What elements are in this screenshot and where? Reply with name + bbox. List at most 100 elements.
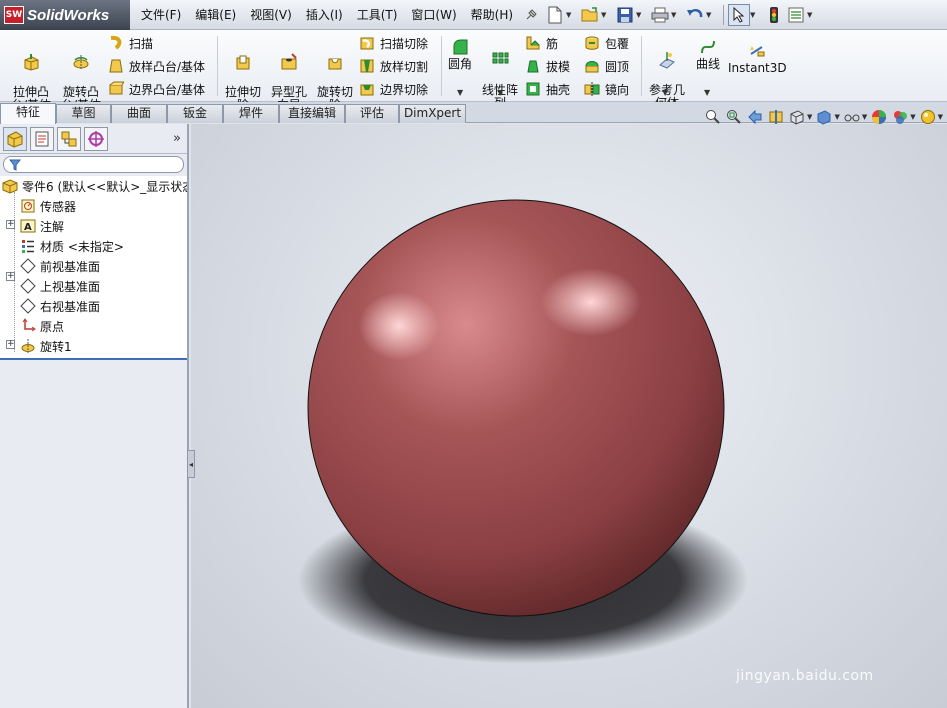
configuration-manager-tab-icon[interactable] xyxy=(57,126,81,151)
expand-revolve1-icon[interactable]: + xyxy=(6,340,15,349)
pin-menu-icon[interactable] xyxy=(524,8,538,22)
sphere-body[interactable] xyxy=(307,199,725,617)
tab-sheet-metal[interactable]: 钣金 xyxy=(167,104,223,123)
menu-file[interactable]: 文件(F) xyxy=(134,0,188,30)
tree-item-right-plane[interactable]: 右视基准面 xyxy=(20,296,100,316)
graphics-area[interactable] xyxy=(191,124,947,708)
tree-filter-input[interactable] xyxy=(3,156,184,173)
display-style-dropdown-icon[interactable]: ▼ xyxy=(834,113,839,121)
tab-dimxpert[interactable]: DimXpert xyxy=(399,104,466,123)
tab-features[interactable]: 特征 xyxy=(0,103,56,124)
plane-icon xyxy=(20,258,36,274)
new-dropdown-icon[interactable]: ▼ xyxy=(566,11,574,19)
select-arrow-icon[interactable] xyxy=(728,4,750,26)
new-document-icon[interactable] xyxy=(544,4,566,26)
curves-dropdown-icon[interactable]: ▼ xyxy=(704,88,710,97)
tree-item-label: 传感器 xyxy=(40,199,77,214)
tab-sketch[interactable]: 草图 xyxy=(56,104,111,123)
menu-tools[interactable]: 工具(T) xyxy=(350,0,405,30)
edit-appearance-icon[interactable] xyxy=(870,108,888,126)
loft-cut-button[interactable]: 放样切割 xyxy=(359,56,428,76)
zoom-to-fit-icon[interactable] xyxy=(704,108,722,126)
menu-view[interactable]: 视图(V) xyxy=(243,0,299,30)
dome-label: 圆顶 xyxy=(605,59,630,74)
draft-button[interactable]: 拔模 xyxy=(525,56,570,76)
expand-annotations-icon[interactable]: + xyxy=(6,272,15,281)
tree-item-annotations[interactable]: A 注解 xyxy=(20,216,64,236)
reference-geometry-button[interactable]: 参考几 何体 xyxy=(644,38,690,110)
print-dropdown-icon[interactable]: ▼ xyxy=(671,11,679,19)
rib-button[interactable]: 筋 xyxy=(525,33,558,53)
tree-item-sensors[interactable]: 传感器 xyxy=(20,196,76,216)
rebuild-traffic-light-icon[interactable] xyxy=(763,4,785,26)
pane-collapse-handle[interactable]: ◂ xyxy=(187,450,195,478)
toolbar-separator xyxy=(723,5,724,25)
menu-window[interactable]: 窗口(W) xyxy=(404,0,463,30)
revolve-feature-icon xyxy=(20,338,36,354)
hide-show-dropdown-icon[interactable]: ▼ xyxy=(862,113,867,121)
tab-evaluate[interactable]: 评估 xyxy=(345,104,399,123)
fillet-button[interactable]: 圆角 xyxy=(444,38,476,71)
options-dropdown-icon[interactable]: ▼ xyxy=(807,11,815,19)
dimxpert-manager-tab-icon[interactable] xyxy=(84,126,108,151)
tree-item-top-plane[interactable]: 上视基准面 xyxy=(20,276,100,296)
more-tabs-icon[interactable]: » xyxy=(173,131,181,146)
dome-button[interactable]: 圆顶 xyxy=(584,56,629,76)
view-orientation-dropdown-icon[interactable]: ▼ xyxy=(807,113,812,121)
undo-icon[interactable] xyxy=(684,4,706,26)
view-orientation-icon[interactable] xyxy=(788,108,806,126)
linear-pattern-button[interactable]: 线性阵 列 xyxy=(478,38,522,110)
loft-boss-button[interactable]: 放样凸台/基体 xyxy=(108,56,205,76)
menu-help[interactable]: 帮助(H) xyxy=(464,0,520,30)
boundary-cut-button[interactable]: 边界切除 xyxy=(359,79,428,99)
expand-annotations-icon[interactable]: + xyxy=(6,220,15,229)
tree-item-front-plane[interactable]: 前视基准面 xyxy=(20,256,100,276)
hide-show-items-icon[interactable] xyxy=(843,108,861,126)
command-manager-ribbon: 拉伸凸 台/基体 旋转凸 台/基体 扫描 放样凸台/基体 边界凸台/基体 拉伸切… xyxy=(0,30,947,112)
menu-insert[interactable]: 插入(I) xyxy=(299,0,350,30)
previous-view-icon[interactable] xyxy=(746,108,764,126)
tree-root-part[interactable]: 零件6 (默认<<默认>_显示状态 xyxy=(2,176,187,196)
ref-geometry-dropdown-icon[interactable]: ▼ xyxy=(662,88,668,97)
section-view-icon[interactable] xyxy=(767,108,785,126)
zoom-area-icon[interactable] xyxy=(725,108,743,126)
sphere-highlight-right xyxy=(541,268,641,336)
instant3d-button[interactable]: Instant3D xyxy=(728,42,787,75)
app-logo[interactable]: SW SolidWorks xyxy=(0,0,130,30)
tree-item-revolve1[interactable]: 旋转1 xyxy=(20,336,72,356)
open-folder-icon[interactable] xyxy=(579,4,601,26)
sweep-button[interactable]: 扫描 xyxy=(108,33,153,53)
property-manager-tab-icon[interactable] xyxy=(30,126,54,151)
save-icon[interactable] xyxy=(614,4,636,26)
tab-surfaces[interactable]: 曲面 xyxy=(111,104,167,123)
tab-weldments[interactable]: 焊件 xyxy=(223,104,279,123)
menu-edit[interactable]: 编辑(E) xyxy=(188,0,243,30)
options-icon[interactable] xyxy=(785,4,807,26)
open-dropdown-icon[interactable]: ▼ xyxy=(601,11,609,19)
fillet-dropdown-icon[interactable]: ▼ xyxy=(457,88,463,97)
heads-up-view-toolbar-bar: ▼ ▼ ▼ ▼ ▼ xyxy=(701,106,943,128)
boundary-boss-button[interactable]: 边界凸台/基体 xyxy=(108,79,205,99)
tree-item-label: 前视基准面 xyxy=(40,259,101,274)
wrap-button[interactable]: 包覆 xyxy=(584,33,629,53)
apply-scene-icon[interactable] xyxy=(891,108,909,126)
print-icon[interactable] xyxy=(649,4,671,26)
tree-item-material[interactable]: 材质 <未指定> xyxy=(20,236,124,256)
save-dropdown-icon[interactable]: ▼ xyxy=(636,11,644,19)
tab-direct-editing[interactable]: 直接编辑 xyxy=(279,104,345,123)
shell-button[interactable]: 抽壳 xyxy=(525,79,570,99)
view-settings-icon[interactable] xyxy=(919,108,937,126)
curves-button[interactable]: 曲线 xyxy=(692,38,724,71)
mirror-button[interactable]: 镜向 xyxy=(584,79,629,99)
tree-item-origin[interactable]: 原点 xyxy=(20,316,64,336)
display-style-icon[interactable] xyxy=(815,108,833,126)
feature-manager-tab-icon[interactable] xyxy=(3,126,27,151)
pattern-dropdown-icon[interactable]: ▼ xyxy=(497,88,503,97)
sweep-cut-button[interactable]: 扫描切除 xyxy=(359,33,428,53)
undo-dropdown-icon[interactable]: ▼ xyxy=(706,11,714,19)
apply-scene-dropdown-icon[interactable]: ▼ xyxy=(910,113,915,121)
select-dropdown-icon[interactable]: ▼ xyxy=(750,11,758,19)
view-settings-dropdown-icon[interactable]: ▼ xyxy=(938,113,943,121)
feature-tree: 零件6 (默认<<默认>_显示状态 传感器 + A 注解 材质 <未指定> 前视… xyxy=(0,176,187,360)
sweep-label: 扫描 xyxy=(129,36,154,51)
